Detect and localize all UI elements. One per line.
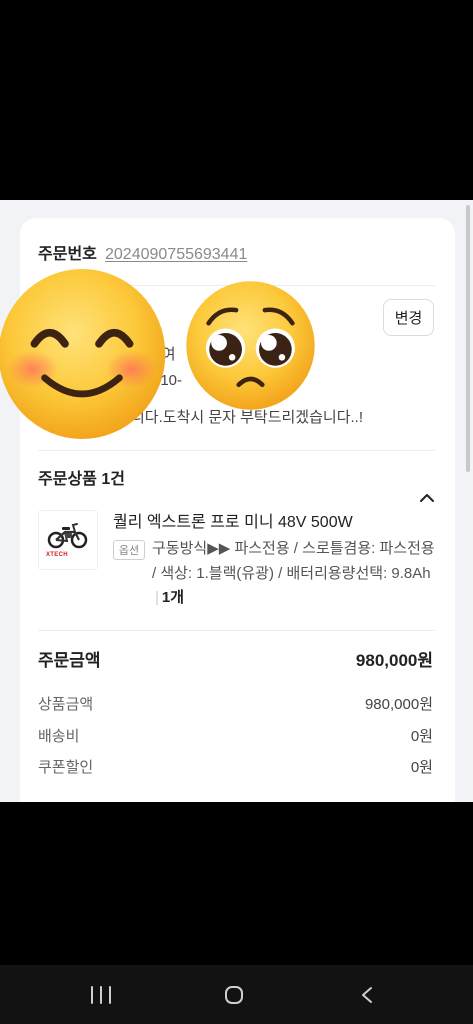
scrollbar[interactable] <box>466 205 470 472</box>
change-address-button[interactable]: 변경 <box>383 299 434 336</box>
recent-apps-icon[interactable] <box>91 986 111 1004</box>
product-amount-value: 980,000원 <box>364 696 433 713</box>
product-options: 구동방식▶▶ 파스전용 / 스로틀겸용: 파스전용 / 색상: 1.블랙(유광)… <box>152 537 435 611</box>
product-thumbnail[interactable]: XTECH <box>38 510 98 570</box>
product-name[interactable]: 퀄리 엑스트론 프로 미니 48V 500W <box>113 512 353 534</box>
thumbnail-logo-text: XTECH <box>46 552 68 558</box>
order-number-link[interactable]: 2024090755693441 <box>105 244 247 266</box>
option-badge: 옵션 <box>113 540 145 560</box>
home-icon[interactable] <box>225 986 243 1004</box>
coupon-discount-value: 0원 <box>410 759 433 776</box>
order-total-value: 980,000원 <box>355 651 433 670</box>
quantity-separator: | <box>155 589 159 606</box>
phone-screen: 주문번호 2024090755693441 변경 펴여 010- 니다.도착시 … <box>0 0 473 1024</box>
order-number-label: 주문번호 <box>38 246 97 263</box>
order-total-label: 주문금액 <box>38 651 101 670</box>
option-description: 구동방식▶▶ 파스전용 / 스로틀겸용: 파스전용 / 색상: 1.블랙(유광)… <box>152 540 435 582</box>
divider <box>38 630 435 631</box>
back-icon[interactable] <box>360 986 374 1004</box>
divider <box>38 450 435 451</box>
chevron-up-icon[interactable] <box>420 493 434 502</box>
coupon-discount-label: 쿠폰할인 <box>38 759 94 776</box>
ebike-image <box>47 523 88 549</box>
pleading-face-emoji <box>186 281 315 410</box>
product-amount-label: 상품금액 <box>38 696 94 713</box>
smiling-face-emoji <box>0 269 166 439</box>
ordered-products-title: 주문상품 1건 <box>38 471 125 488</box>
shipping-fee-label: 배송비 <box>38 728 80 745</box>
product-quantity: 1개 <box>161 589 185 606</box>
shipping-fee-value: 0원 <box>410 728 433 745</box>
